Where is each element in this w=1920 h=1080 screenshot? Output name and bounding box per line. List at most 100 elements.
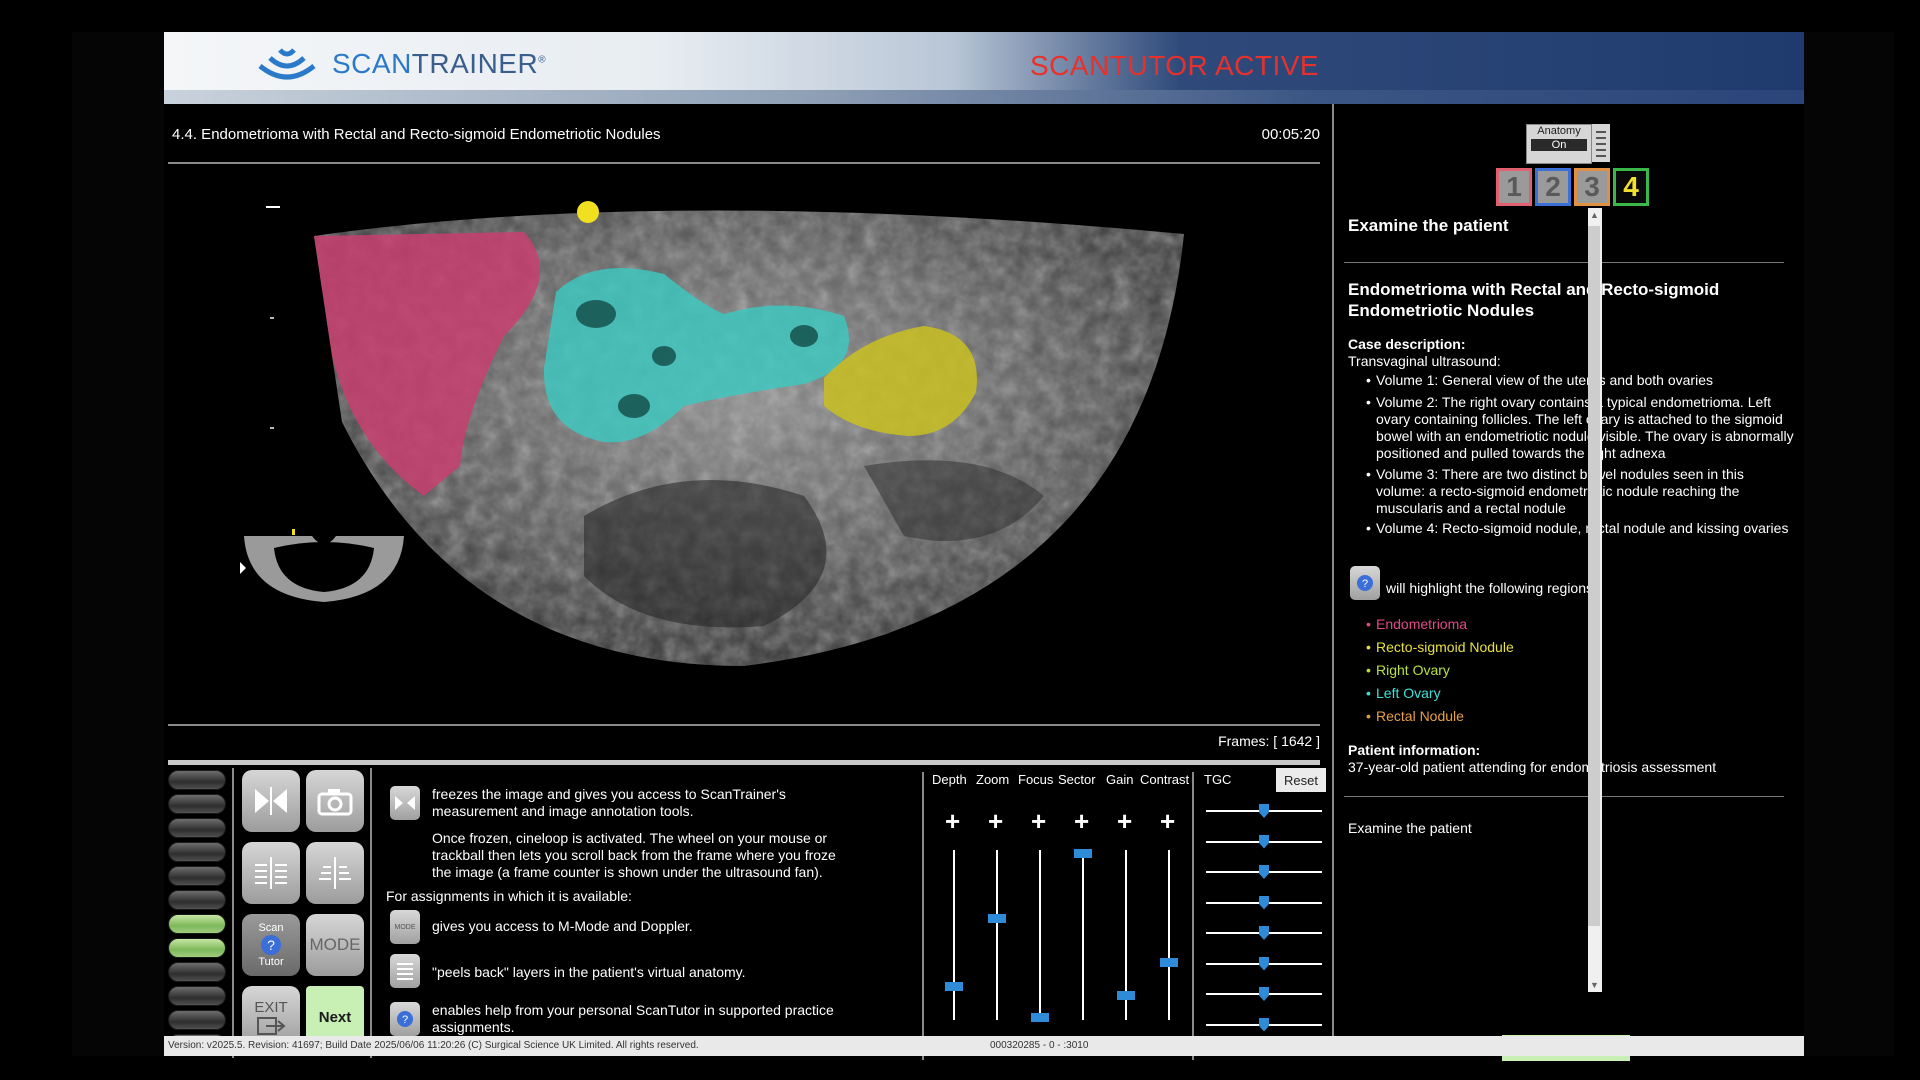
volume-button-4[interactable]: 4	[1613, 168, 1649, 206]
anatomy-menu-icon[interactable]	[1592, 124, 1610, 162]
camera-icon	[317, 789, 353, 816]
focus-increase-button[interactable]: +	[1031, 808, 1046, 834]
tgc-slider-knob[interactable]	[1259, 1017, 1269, 1032]
layers-button[interactable]	[242, 842, 300, 904]
sector-slider-track[interactable]	[1082, 850, 1084, 1020]
ultrasound-viewer[interactable]	[164, 196, 1328, 716]
gain-increase-button[interactable]: +	[1117, 808, 1132, 834]
region-item: Recto-sigmoid Nodule	[1366, 639, 1794, 656]
camera-button[interactable]	[306, 770, 364, 832]
volume-4-desc: Volume 4: Recto-sigmoid nodule, rectal n…	[1366, 520, 1794, 537]
tgc-slider-knob[interactable]	[1259, 804, 1269, 818]
region-item: Right Ovary	[1366, 662, 1794, 679]
mode-button[interactable]: MODE	[306, 914, 364, 976]
status-led	[168, 986, 226, 1006]
freeze-button[interactable]	[242, 770, 300, 832]
sector-increase-button[interactable]: +	[1074, 808, 1089, 834]
probe-orientation-marker	[577, 201, 599, 223]
question-icon: ?	[261, 935, 281, 955]
depth-increase-button[interactable]: +	[945, 808, 960, 834]
depth-slider-knob[interactable]	[945, 982, 963, 991]
tgc-slider-knob[interactable]	[1259, 956, 1269, 971]
focus-slider-track[interactable]	[1039, 850, 1041, 1020]
exit-arrow-icon	[257, 1016, 286, 1035]
split-view-button[interactable]	[306, 842, 364, 904]
depth-mark	[270, 317, 274, 319]
scantrainer-logo: SCANTRAINER®	[256, 42, 546, 86]
depth-label: Depth	[932, 772, 967, 787]
highlight-text: will highlight the following regions:	[1386, 580, 1597, 596]
anatomy-toggle[interactable]: Anatomy On	[1526, 124, 1592, 164]
reset-button[interactable]: Reset	[1276, 768, 1326, 792]
contrast-increase-button[interactable]: +	[1160, 808, 1175, 834]
status-led	[168, 794, 226, 814]
tgc-slider-knob[interactable]	[1259, 926, 1269, 940]
sector-label: Sector	[1058, 772, 1096, 787]
svg-text:?: ?	[402, 1014, 408, 1026]
panel-scrollbar[interactable]: ▲ ▼	[1588, 208, 1602, 992]
bottom-task: Examine the patient	[1348, 820, 1472, 836]
focus-slider-knob[interactable]	[1031, 1012, 1049, 1022]
mode-title: SCANTUTOR ACTIVE	[1030, 50, 1320, 81]
volume-button-1[interactable]: 1	[1496, 168, 1532, 206]
layers-icon	[255, 857, 287, 889]
follicle	[790, 325, 818, 347]
zoom-slider-knob[interactable]	[988, 914, 1006, 923]
status-led	[168, 1010, 226, 1030]
separator	[1332, 104, 1334, 1036]
patient-text: 37-year-old patient attending for endome…	[1348, 759, 1717, 775]
svg-text:?: ?	[1362, 578, 1368, 590]
footer: Version: v2025.5. Revision: 41697; Build…	[164, 1036, 1804, 1056]
scantrainer-app: SCANTRAINER® SCANTUTOR ACTIVE 4.4. Endom…	[164, 32, 1804, 1061]
timer: 00:05:20	[1261, 126, 1320, 143]
volume-3-desc: Volume 3: There are two distinct bowel n…	[1366, 466, 1794, 517]
tgc-slider-knob[interactable]	[1259, 895, 1269, 910]
volume-button-3[interactable]: 3	[1574, 168, 1610, 206]
focus-label: Focus	[1018, 772, 1054, 787]
gain-label: Gain	[1106, 772, 1134, 787]
anatomy-label: Anatomy	[1537, 125, 1581, 137]
tgc-slider-knob[interactable]	[1259, 834, 1269, 849]
region-item: Rectal Nodule	[1366, 708, 1794, 725]
divider	[1344, 262, 1784, 263]
separator	[370, 768, 372, 1058]
mode-mini-icon: MODE	[390, 910, 420, 944]
probe-widget-marker	[292, 529, 295, 535]
scan-tutor-label: Scan	[258, 922, 284, 934]
divider	[1344, 796, 1784, 797]
case-desc-label: Case description:	[1348, 336, 1466, 352]
scan-tutor-button[interactable]: Scan ? Tutor	[242, 914, 300, 976]
contrast-slider-knob[interactable]	[1160, 958, 1178, 968]
zoom-slider-track[interactable]	[996, 850, 998, 1020]
divider	[168, 724, 1320, 726]
cine-help: Once frozen, cineloop is activated. The …	[432, 830, 836, 880]
separator	[232, 768, 234, 1058]
region-item: Left Ovary	[1366, 685, 1794, 702]
instructions-panel: Examine the patient Endometrioma with Re…	[1344, 208, 1796, 998]
scroll-up-icon[interactable]: ▲	[1590, 210, 1599, 220]
zoom-increase-button[interactable]: +	[988, 808, 1003, 834]
zoom-label: Zoom	[976, 772, 1010, 787]
control-strip: Scan ? Tutor MODE EXIT Next freezes the …	[164, 764, 1328, 1064]
follicle	[618, 394, 650, 418]
task-heading: Examine the patient	[1348, 216, 1509, 235]
separator	[922, 772, 924, 1060]
sector-slider-knob[interactable]	[1074, 849, 1092, 859]
tgc-slider-knob[interactable]	[1259, 987, 1269, 1001]
gain-slider-knob[interactable]	[1117, 990, 1135, 1000]
tgc-slider-knob[interactable]	[1259, 865, 1269, 879]
freeze-icon	[255, 787, 287, 815]
scroll-thumb[interactable]	[1588, 226, 1600, 926]
app-header: SCANTRAINER® SCANTUTOR ACTIVE	[164, 32, 1804, 104]
brand-name: SCANTRAINER®	[332, 48, 547, 79]
volume-button-2[interactable]: 2	[1535, 168, 1571, 206]
contrast-slider-track[interactable]	[1168, 850, 1170, 1020]
layers-help: "peels back" layers in the patient's vir…	[432, 964, 746, 980]
case-heading-line2: Endometriotic Nodules	[1348, 301, 1535, 320]
case-desc-intro: Transvaginal ultrasound:	[1348, 353, 1501, 369]
wave-logo-icon	[258, 48, 316, 80]
status-led-active	[168, 914, 226, 934]
right-panel: Anatomy On 1234 Examine the patient Endo…	[1332, 104, 1804, 1036]
depth-slider-track[interactable]	[953, 850, 955, 1020]
scroll-down-icon[interactable]: ▼	[1590, 980, 1599, 990]
